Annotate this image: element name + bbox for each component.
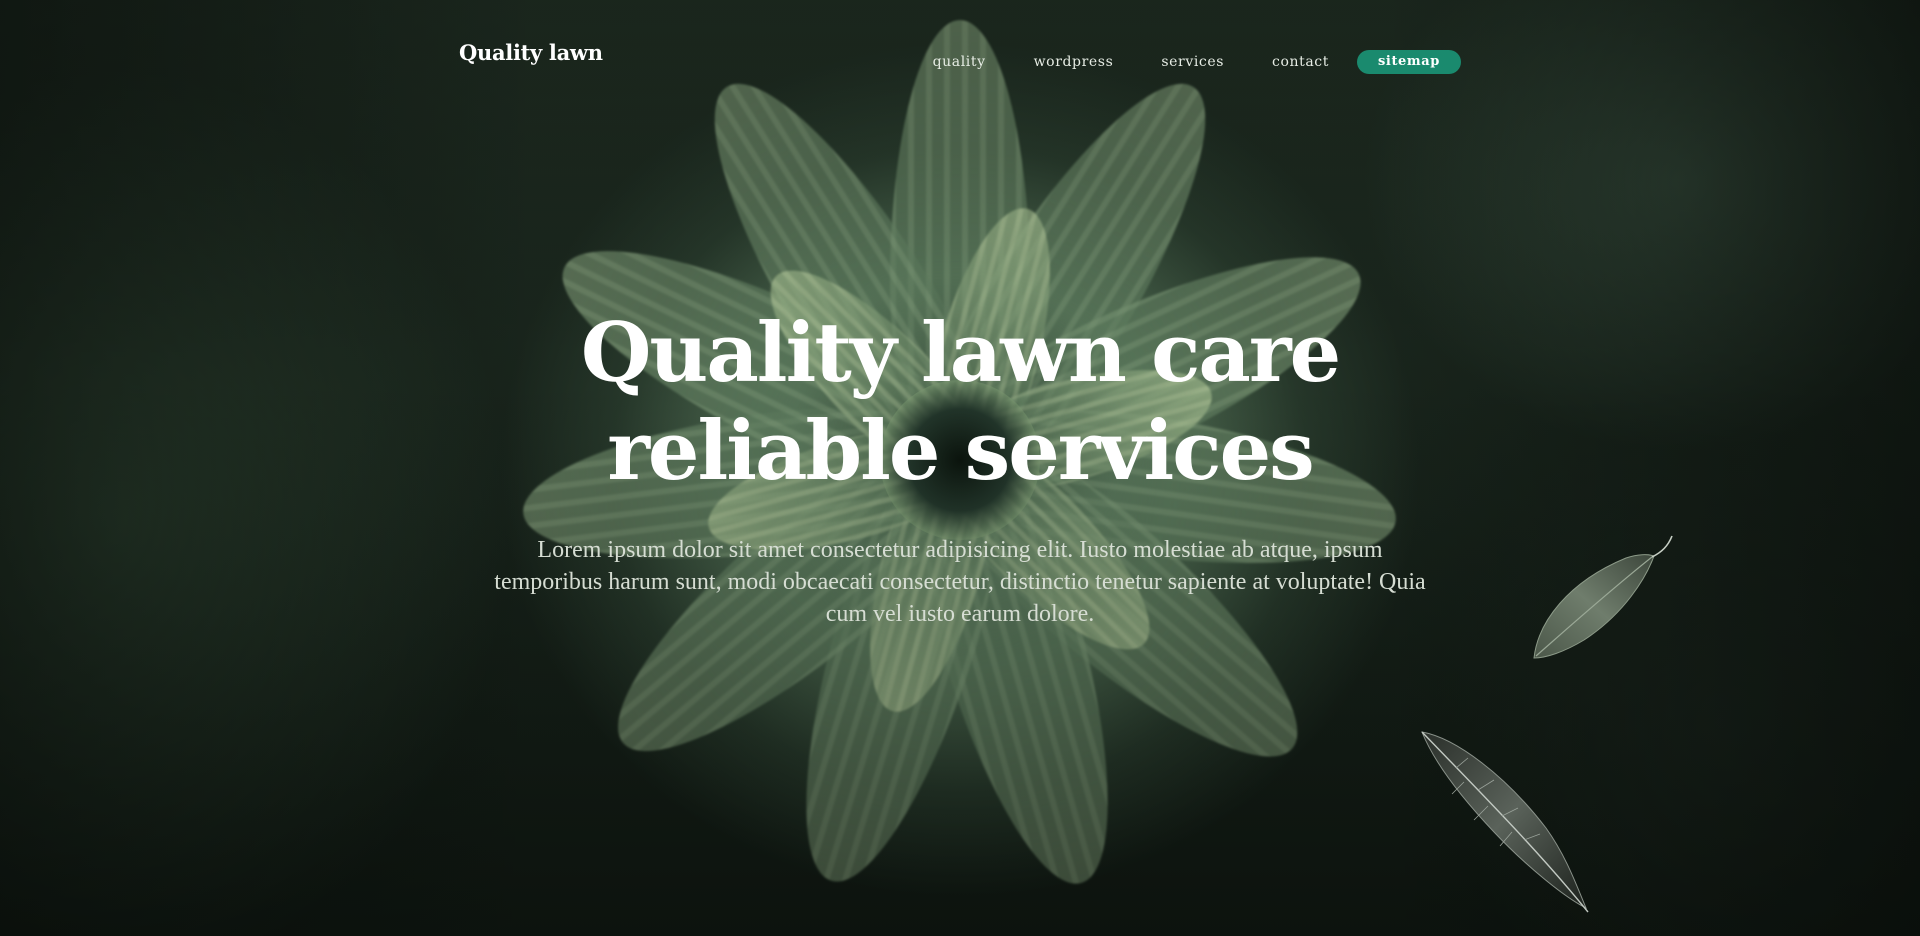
dark-leaf-icon: [1421, 731, 1589, 913]
hero-headline: Quality lawn care reliable services: [460, 305, 1460, 501]
nav-menu: quality wordpress services contact sitem…: [933, 50, 1461, 74]
headline-line-1: Quality lawn care: [580, 306, 1341, 401]
sitemap-button[interactable]: sitemap: [1356, 50, 1461, 74]
brand-logo-link[interactable]: Quality lawn: [459, 40, 603, 65]
hero-section: Quality lawn quality wordpress services …: [0, 0, 1920, 936]
olive-leaf-icon: [1533, 535, 1673, 659]
nav-link-contact[interactable]: contact: [1272, 54, 1329, 70]
nav-link-services[interactable]: services: [1161, 54, 1224, 70]
headline-line-2: reliable services: [607, 404, 1314, 499]
hero-description: Lorem ipsum dolor sit amet consectetur a…: [494, 537, 1426, 627]
nav-link-quality[interactable]: quality: [933, 54, 986, 70]
top-navigation: Quality lawn quality wordpress services …: [459, 38, 1461, 78]
nav-link-wordpress[interactable]: wordpress: [1034, 54, 1114, 70]
